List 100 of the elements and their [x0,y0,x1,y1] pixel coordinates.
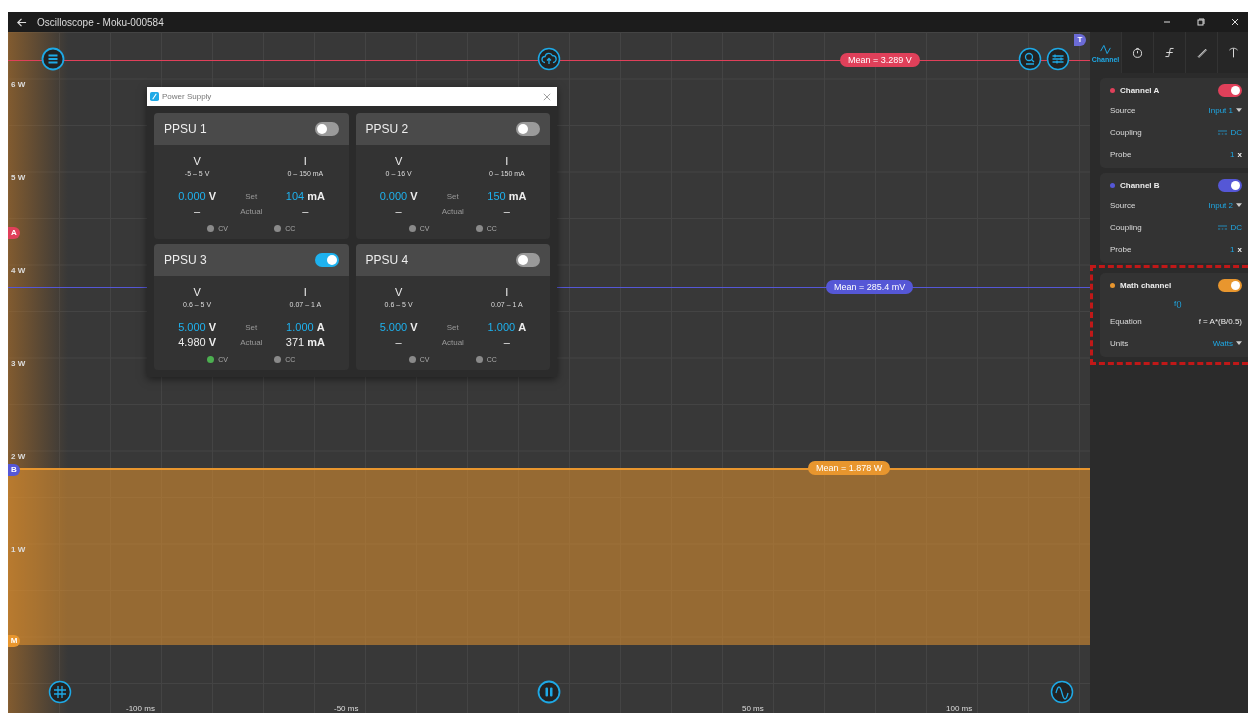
channel-marker: M [8,635,20,647]
channel-name: PPSU 4 [365,253,409,267]
setting-label: Source [1110,200,1136,210]
dialog-title: Power Supply [162,92,212,101]
trigger-edge-icon [1163,46,1176,59]
channel-name: PPSU 1 [164,122,207,136]
current-heading: I [303,286,307,298]
setting-label: Probe [1110,149,1132,159]
toggle-switch[interactable] [314,122,339,136]
actual-label: Actual [240,206,263,216]
set-label: Set [446,322,459,332]
set-label: Set [446,191,459,201]
mean-label: Mean = 1.878 W [808,461,891,475]
set-current[interactable]: 1.000 A [487,321,527,333]
pause-icon[interactable] [537,680,561,704]
voltage-heading: V [394,286,403,298]
maximize-icon[interactable] [1196,17,1206,27]
setting-label: Probe [1110,244,1132,254]
probe-selector[interactable]: 1 x [1230,244,1242,254]
set-label: Set [245,191,258,201]
channel-name: PPSU 2 [365,122,409,136]
back-arrow-icon[interactable] [16,16,27,28]
set-voltage[interactable]: 5.000 V [178,321,217,333]
actual-voltage: 4.980 V [178,336,217,348]
window-title: Oscilloscope - Moku-000584 [37,16,164,28]
y-axis-label: 1 W [11,545,26,554]
setting-label: Source [1110,105,1136,115]
actual-voltage: – [194,205,201,217]
x-axis-label: 50 ms [742,704,764,713]
cloud-upload-icon[interactable] [537,47,561,71]
actual-voltage: – [395,205,402,217]
stopwatch-icon [1131,46,1144,59]
set-current[interactable]: 104 mA [285,190,325,202]
toggle-switch[interactable] [314,253,339,267]
probe-selector[interactable]: 1 x [1230,149,1242,159]
channel-marker: T [1074,34,1086,46]
caret-icon [1236,341,1242,345]
caret-icon [1236,108,1242,112]
toggle-switch[interactable] [516,122,540,136]
setting-label: Coupling [1110,127,1142,137]
waveform-icon[interactable] [1050,680,1074,704]
toggle-switch[interactable] [1218,179,1242,192]
y-axis-label: 6 W [11,80,26,89]
x-axis-label: 100 ms [946,704,973,713]
actual-current: – [302,205,309,217]
y-axis-label: 2 W [11,452,26,461]
set-current[interactable]: 1.000 A [286,321,325,333]
channel-marker: B [8,464,20,476]
voltage-heading: V [193,155,201,167]
y-axis-label: 4 W [11,266,26,275]
dropdown[interactable]: Watts [1212,338,1242,348]
current-heading: I [303,155,307,167]
channel-name: PPSU 3 [164,253,207,267]
channel-name: Math channel [1120,281,1172,290]
dropdown[interactable]: Input 1 [1208,105,1242,115]
ruler-icon [1195,46,1208,59]
toggle-switch[interactable] [1218,279,1242,292]
set-voltage[interactable]: 5.000 V [379,321,418,333]
menu-icon[interactable] [41,47,65,71]
set-voltage[interactable]: 0.000 V [178,190,217,202]
setting-label: Units [1110,338,1129,348]
actual-label: Actual [240,337,263,347]
voltage-heading: V [394,155,403,167]
mean-label: Mean = 285.4 mV [826,280,914,294]
x-axis-label: -100 ms [126,704,155,713]
actual-label: Actual [441,206,464,216]
set-voltage[interactable]: 0.000 V [379,190,418,202]
current-heading: I [505,286,509,298]
waveform-icon [1099,42,1112,56]
cursor-icon [1227,46,1240,59]
dropdown[interactable]: Input 2 [1208,200,1242,210]
function-label[interactable]: f() [1110,294,1248,310]
grid-icon[interactable] [48,680,72,704]
caret-icon [1236,203,1242,207]
actual-current: – [503,205,510,217]
y-axis-label: 3 W [11,359,26,368]
setting-label: Coupling [1110,222,1142,232]
x-axis-label: -50 ms [334,704,359,713]
toggle-switch[interactable] [1218,84,1242,97]
actual-current: 371 mA [285,336,325,348]
app-logo-icon [150,92,159,101]
actual-label: Actual [441,337,464,347]
zoom-icon[interactable] [1018,47,1042,71]
set-label: Set [245,322,258,332]
y-axis-label: 5 W [11,173,26,182]
actual-current: – [503,336,510,348]
voltage-heading: V [193,286,201,298]
coupling-selector[interactable]: DC [1218,222,1242,232]
coupling-selector[interactable]: DC [1218,127,1242,137]
settings-sliders-icon[interactable] [1046,47,1070,71]
set-current[interactable]: 150 mA [487,190,527,202]
channel-name: Channel A [1120,86,1160,95]
setting-label: Equation [1110,316,1142,326]
dc-symbol-icon [1218,224,1228,230]
mean-label: Mean = 3.289 V [840,53,920,67]
channel-name: Channel B [1120,181,1160,190]
channel-marker: A [8,227,20,239]
equation-value[interactable]: f = A*(B/0.5) [1198,316,1242,326]
dc-symbol-icon [1218,129,1228,135]
toggle-switch[interactable] [516,253,540,267]
